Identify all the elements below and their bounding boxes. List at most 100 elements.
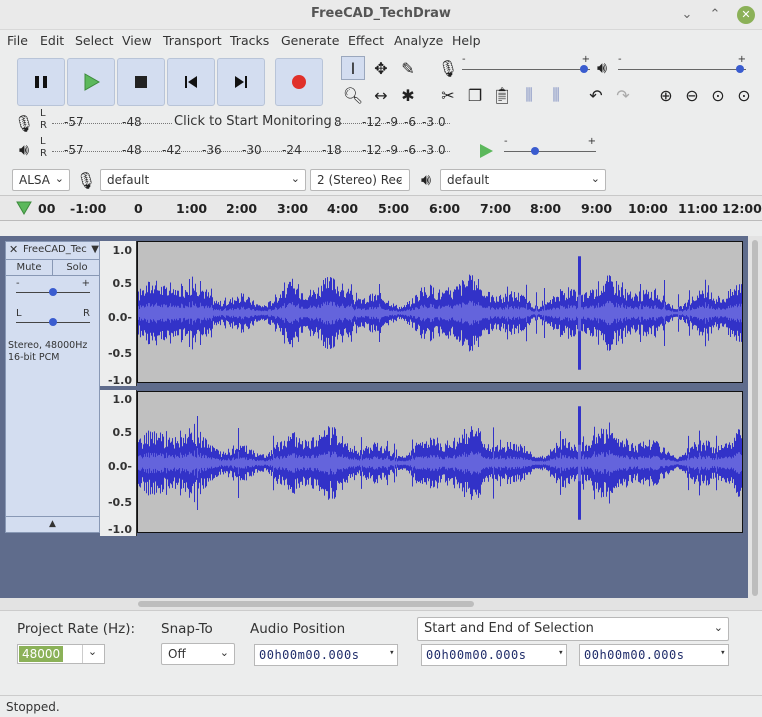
gain-slider[interactable]: - +: [16, 278, 90, 298]
draw-tool-icon[interactable]: ✎: [396, 56, 420, 80]
audio-host-select[interactable]: ALSA ⌄: [12, 169, 70, 191]
zoom-tool-icon[interactable]: 🔍︎: [341, 83, 365, 107]
vertical-scroll-thumb[interactable]: [752, 240, 758, 596]
recording-channels-select[interactable]: 2 (Stereo) Rec ⌄: [310, 169, 410, 191]
copy-icon[interactable]: ❐: [463, 83, 487, 107]
chevron-down-icon: ⌄: [713, 621, 723, 634]
selection-tool-icon[interactable]: I: [341, 56, 365, 80]
slider-thumb[interactable]: [736, 65, 744, 73]
maximize-icon[interactable]: ⌃: [706, 6, 724, 24]
slider-min-label: -: [462, 54, 466, 65]
play-at-speed-button[interactable]: [474, 139, 498, 163]
menu-help[interactable]: Help: [452, 33, 481, 48]
menu-select[interactable]: Select: [75, 33, 114, 48]
meter-tick: -9: [386, 115, 398, 129]
record-volume-slider[interactable]: - +: [462, 54, 590, 78]
slider-thumb[interactable]: [49, 288, 57, 296]
track-menu-arrow-icon[interactable]: ▼: [91, 244, 99, 255]
project-rate-value[interactable]: 48000: [19, 646, 64, 662]
timeshift-tool-icon[interactable]: ↔: [369, 83, 393, 107]
project-rate-combo[interactable]: 48000 ⌄: [17, 644, 105, 664]
snap-to-select[interactable]: Off ⌄: [161, 643, 235, 665]
redo-icon[interactable]: ↷: [611, 83, 635, 107]
ruler-tick: 00: [38, 201, 56, 216]
ruler-tick: 2:00: [226, 201, 258, 216]
menu-generate[interactable]: Generate: [281, 33, 339, 48]
menu-transport[interactable]: Transport: [163, 33, 222, 48]
audio-position-time[interactable]: 00h00m00.000s ▾: [254, 644, 398, 666]
audio-host-value: ALSA: [19, 173, 50, 187]
pause-button[interactable]: [17, 58, 65, 106]
vertical-scrollbar[interactable]: [748, 236, 762, 610]
waveform-left-channel[interactable]: [137, 241, 743, 383]
mute-button[interactable]: Mute: [6, 260, 53, 276]
chevron-down-icon[interactable]: ⌄: [82, 645, 102, 663]
skip-to-start-button[interactable]: [167, 58, 215, 106]
meter-tick: -6: [404, 143, 416, 157]
undo-icon[interactable]: ↶: [584, 83, 608, 107]
meter-tick: 8: [334, 115, 342, 129]
start-monitoring-text[interactable]: Click to Start Monitoring: [172, 114, 334, 129]
menu-tracks[interactable]: Tracks: [230, 33, 269, 48]
envelope-tool-icon[interactable]: ✥: [369, 56, 393, 80]
recording-meter[interactable]: L R -57 -48 Click to Start Monitoring 8 …: [40, 108, 450, 134]
track-panel[interactable]: ✕ FreeCAD_Tec ▼ Mute Solo - + L R Stereo…: [0, 236, 748, 598]
playback-device-select[interactable]: default ⌄: [440, 169, 606, 191]
meter-tick: -57: [64, 143, 84, 157]
record-button[interactable]: [275, 58, 323, 106]
stop-icon: [135, 76, 147, 88]
zoom-in-icon[interactable]: ⊕: [654, 83, 678, 107]
play-speed-slider[interactable]: - +: [504, 136, 596, 160]
meter-tick: -30: [242, 143, 262, 157]
meter-tick: -24: [282, 143, 302, 157]
ruler-tick: -1:00: [70, 201, 107, 216]
horizontal-scroll-thumb[interactable]: [138, 601, 474, 607]
minimize-icon[interactable]: ⌄: [678, 6, 696, 24]
waveform-right-channel[interactable]: [137, 391, 743, 533]
meter-tick: -57: [64, 115, 84, 129]
paste-icon[interactable]: 📋︎: [490, 83, 514, 107]
record-meter-mic-icon[interactable]: 🎙︎: [12, 111, 36, 135]
collapse-track-button[interactable]: ▲: [6, 516, 99, 532]
selection-mode-select[interactable]: Start and End of Selection ⌄: [417, 617, 729, 641]
multi-tool-icon[interactable]: ✱: [396, 83, 420, 107]
menu-view[interactable]: View: [122, 33, 152, 48]
snap-to-value: Off: [168, 647, 186, 661]
track-name[interactable]: FreeCAD_Tec: [23, 244, 87, 255]
menu-file[interactable]: File: [7, 33, 28, 48]
selection-start-value: 00h00m00.000s: [426, 648, 527, 662]
track-close-button[interactable]: ✕: [9, 243, 18, 256]
ruler-tick: 1:00: [176, 201, 208, 216]
horizontal-scrollbar[interactable]: [0, 598, 748, 610]
silence-icon[interactable]: ⫼: [544, 83, 568, 107]
menu-analyze[interactable]: Analyze: [394, 33, 443, 48]
skip-to-end-button[interactable]: [217, 58, 265, 106]
close-icon[interactable]: ✕: [737, 6, 755, 24]
slider-thumb[interactable]: [580, 65, 588, 73]
playback-meter[interactable]: L R -57 -48 -42 -36 -30 -24 -18 -12 -9 -…: [40, 136, 450, 162]
playback-volume-slider[interactable]: - +: [618, 54, 746, 78]
pan-slider[interactable]: L R: [16, 308, 90, 328]
mic-icon: 🎙︎: [75, 170, 97, 190]
slider-thumb[interactable]: [531, 147, 539, 155]
selection-end-time[interactable]: 00h00m00.000s ▾: [579, 644, 729, 666]
recording-device-select[interactable]: default ⌄: [100, 169, 306, 191]
timeline-ruler[interactable]: 00 -1:00 0 1:00 2:00 3:00 4:00 5:00 6:00…: [0, 195, 762, 221]
cut-icon[interactable]: ✂: [436, 83, 460, 107]
trim-icon[interactable]: ⫼: [517, 83, 541, 107]
gain-min-label: -: [16, 278, 20, 289]
fit-selection-icon[interactable]: ⊙: [706, 83, 730, 107]
zoom-out-icon[interactable]: ⊖: [680, 83, 704, 107]
menu-edit[interactable]: Edit: [40, 33, 64, 48]
play-button[interactable]: [67, 58, 115, 106]
fit-project-icon[interactable]: ⊙: [732, 83, 756, 107]
play-meter-speaker-icon[interactable]: 🔊︎: [12, 138, 36, 162]
play-head-icon[interactable]: [16, 200, 32, 216]
meter-tick: -12: [362, 115, 382, 129]
stop-button[interactable]: [117, 58, 165, 106]
solo-button[interactable]: Solo: [53, 260, 101, 276]
slider-thumb[interactable]: [49, 318, 57, 326]
selection-start-time[interactable]: 00h00m00.000s ▾: [421, 644, 567, 666]
menu-effect[interactable]: Effect: [348, 33, 384, 48]
vertical-scale-right: 1.0 0.5 0.0- -0.5 -1.0: [100, 390, 137, 536]
